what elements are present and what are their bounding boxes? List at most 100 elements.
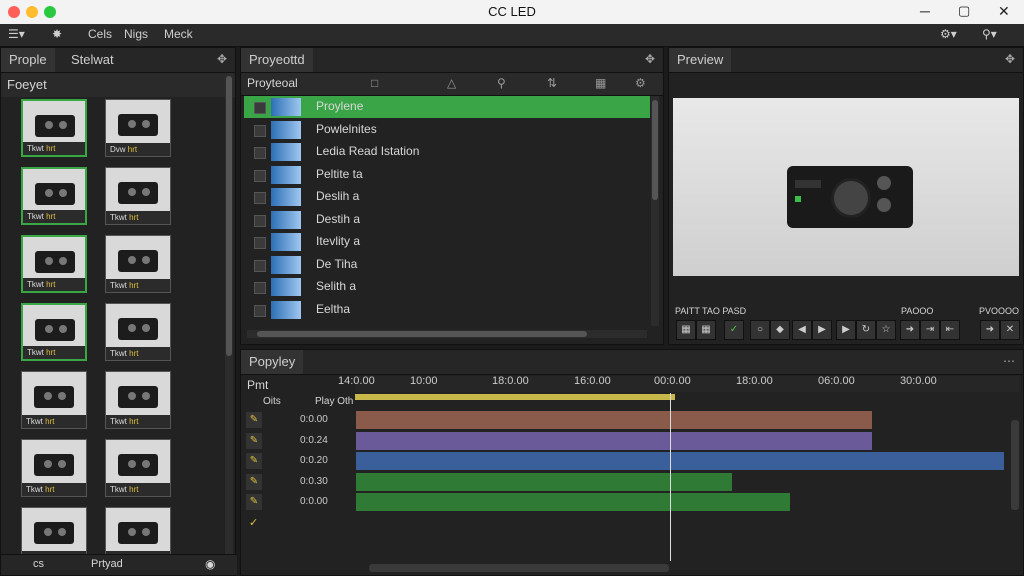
device-thumb-image [118, 182, 158, 204]
more-icon[interactable]: ⋯ [1003, 354, 1015, 368]
search-icon[interactable]: ⚲▾ [982, 27, 997, 41]
project-item[interactable]: Powlelnites [244, 119, 650, 141]
check-icon[interactable]: ✓ [249, 516, 258, 529]
timeline-clip[interactable] [356, 493, 790, 511]
track-header[interactable]: ✎ 0:0.00 [244, 493, 354, 511]
checkbox[interactable] [254, 192, 266, 204]
track-header[interactable]: ✎ 0:0.20 [244, 452, 354, 470]
media-thumbnail[interactable]: Tkwt hrt [105, 371, 171, 429]
checkbox[interactable] [254, 124, 266, 137]
checkbox[interactable] [254, 237, 266, 249]
media-thumbnail[interactable]: Tkwt hrt [21, 371, 87, 429]
star-icon[interactable]: ☆ [876, 320, 896, 340]
filter-icon[interactable]: △ [447, 76, 456, 90]
track-toggle-icon[interactable]: ✎ [246, 494, 262, 510]
track-toggle-icon[interactable]: ✎ [246, 453, 262, 469]
project-item[interactable]: De Tiha [244, 254, 650, 276]
project-item[interactable]: Ledia Read Istation [244, 141, 650, 163]
track-header[interactable]: ✎ 0:0.30 [244, 473, 354, 491]
play-icon[interactable]: ▶ [836, 320, 856, 340]
scrollbar[interactable] [651, 96, 659, 326]
track-time: 0:0.30 [300, 475, 328, 487]
menu-item[interactable]: Cels [88, 27, 112, 41]
media-thumbnail[interactable]: Tkwt hrt [105, 167, 171, 225]
project-item[interactable]: Selith a [244, 276, 650, 298]
playhead[interactable] [670, 393, 671, 561]
project-item[interactable]: Itevlity a [244, 231, 650, 253]
media-thumbnail[interactable]: Tkwt hrt [21, 99, 87, 157]
grid-icon[interactable]: ▦ [595, 76, 606, 90]
track-header[interactable]: ✎ 0:0.00 [244, 411, 354, 429]
track-toggle-icon[interactable]: ✎ [246, 473, 262, 490]
sort-icon[interactable]: ⇅ [547, 76, 557, 90]
minimize-icon[interactable]: ─ [920, 3, 930, 19]
project-item[interactable]: Peltite ta [244, 164, 650, 186]
media-thumbnail[interactable]: Dvw hrt [105, 99, 171, 157]
pin-icon[interactable]: ✥ [645, 52, 655, 66]
project-item[interactable]: Proylene [244, 96, 650, 118]
hamburger-icon[interactable]: ☰▾ [8, 27, 25, 41]
tab-stelwat[interactable]: Stelwat [63, 48, 122, 72]
work-area-bar[interactable] [355, 394, 675, 400]
marker-icon[interactable]: ◆ [770, 320, 790, 340]
checkbox[interactable] [254, 259, 266, 272]
checkbox[interactable] [254, 169, 266, 182]
timeline-clip[interactable] [356, 472, 732, 491]
project-item[interactable]: Deslih a [244, 186, 650, 208]
tab-people[interactable]: Prople [1, 48, 55, 72]
close-icon[interactable]: ✕ [1000, 320, 1020, 340]
tab-timeline[interactable]: Popyley [241, 350, 304, 374]
media-thumbnail[interactable]: Tkwt hrt [105, 235, 171, 293]
pin-icon[interactable]: ✥ [217, 52, 227, 66]
checkbox[interactable] [254, 214, 266, 227]
mark-in-icon[interactable]: ➜ [900, 320, 920, 340]
media-thumbnail[interactable]: Tkwt hrt [21, 439, 87, 497]
step-forward-icon[interactable]: ▶ [812, 320, 832, 340]
media-thumbnail[interactable]: Tkwt hrt [21, 167, 87, 225]
checkbox[interactable] [254, 304, 266, 317]
media-thumbnail[interactable]: Tkwt hrt [105, 303, 171, 361]
track-toggle-icon[interactable]: ✎ [246, 412, 262, 428]
check-icon[interactable]: ✓ [724, 320, 744, 340]
scrollbar-horizontal[interactable] [247, 330, 647, 338]
scrollbar[interactable] [1011, 420, 1019, 510]
checkbox[interactable] [254, 282, 266, 294]
menu-item[interactable]: Meck [164, 27, 193, 41]
timeline-clip[interactable] [356, 411, 872, 429]
media-thumbnail[interactable]: Tkwt hrt [21, 235, 87, 293]
grid-icon[interactable]: ▦ [676, 320, 696, 340]
trim-icon[interactable]: ⇤ [940, 320, 960, 340]
timeline-clip[interactable] [356, 452, 1004, 470]
loop-icon[interactable]: ↻ [856, 320, 876, 340]
checkbox[interactable] [254, 147, 266, 159]
search-icon[interactable]: ⚲ [497, 76, 506, 90]
subtab-label[interactable]: Proyteoal [247, 76, 298, 90]
pin-icon[interactable]: ✥ [1005, 52, 1015, 66]
grid-icon[interactable]: ▦ [696, 320, 716, 340]
timeline-clip[interactable] [356, 431, 872, 450]
settings-icon[interactable]: ⚙ [635, 76, 646, 90]
settings-icon[interactable]: ⚙▾ [940, 27, 957, 41]
view-icon[interactable]: □ [371, 76, 378, 90]
tab-preview[interactable]: Preview [669, 48, 732, 72]
project-item[interactable]: Eeltha [244, 299, 650, 321]
marker-icon[interactable]: ○ [750, 320, 770, 340]
zoom-icon[interactable]: ◉ [205, 557, 215, 571]
export-icon[interactable]: ➜ [980, 320, 1000, 340]
track-header[interactable]: ✎ 0:0.24 [244, 432, 354, 450]
close-icon[interactable]: ✕ [998, 3, 1010, 20]
checkbox[interactable] [254, 102, 266, 114]
clip-thumbnail [271, 165, 301, 184]
step-back-icon[interactable]: ◀ [792, 320, 812, 340]
preview-viewport[interactable] [673, 98, 1019, 276]
media-thumbnail[interactable]: Tkwt hrt [105, 439, 171, 497]
scrollbar-horizontal[interactable] [369, 564, 669, 572]
tab-project[interactable]: Proyeottd [241, 48, 313, 72]
media-thumbnail[interactable]: Tkwt hrt [21, 303, 87, 361]
project-item[interactable]: Destih a [244, 209, 650, 231]
maximize-icon[interactable]: ▢ [958, 3, 970, 19]
track-toggle-icon[interactable]: ✎ [246, 432, 262, 449]
scrollbar[interactable] [225, 74, 233, 554]
mark-out-icon[interactable]: ⇥ [920, 320, 940, 340]
menu-item[interactable]: Nigs [124, 27, 148, 41]
